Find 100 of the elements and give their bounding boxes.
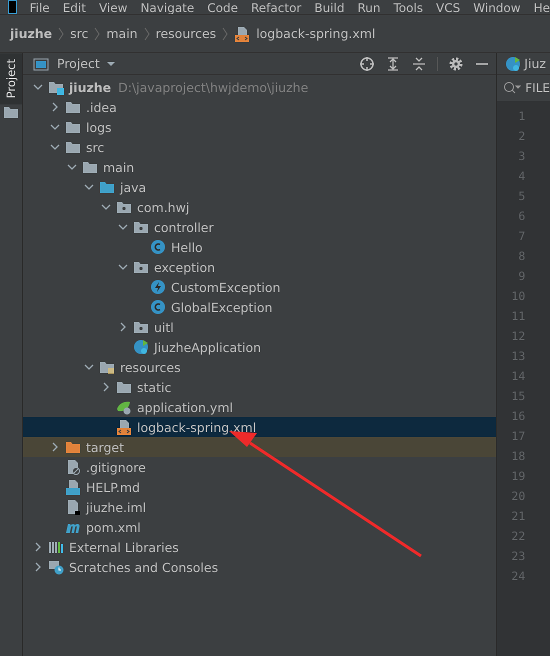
scratches-icon bbox=[48, 559, 64, 575]
tree-item-label: main bbox=[103, 160, 134, 174]
tree-item-label: logs bbox=[86, 120, 112, 134]
tree-item-label: static bbox=[137, 380, 172, 394]
xml-file-icon bbox=[116, 419, 132, 435]
libraries-icon bbox=[48, 539, 64, 555]
menu-item[interactable]: Tools bbox=[393, 2, 424, 14]
menu-item[interactable]: He bbox=[534, 2, 550, 14]
tree-item[interactable]: main bbox=[23, 157, 496, 177]
leaf-file-icon bbox=[116, 399, 132, 415]
crosshair-icon[interactable] bbox=[359, 56, 376, 72]
tree-item-label: target bbox=[86, 440, 124, 454]
folder-icon bbox=[65, 99, 81, 115]
path-hint: D:\javaproject\hwjdemo\jiuzhe bbox=[118, 80, 308, 94]
breadcrumb-item[interactable]: src bbox=[70, 26, 88, 41]
tree-item[interactable]: uitl bbox=[23, 317, 496, 337]
chevron-right-icon bbox=[58, 26, 64, 42]
menu-item[interactable]: File bbox=[30, 2, 50, 14]
tree-item[interactable]: HELP.md bbox=[23, 477, 496, 497]
folder-icon bbox=[116, 379, 132, 395]
xml-file-icon bbox=[234, 26, 250, 42]
tree-item[interactable]: target bbox=[23, 437, 496, 457]
tree-item[interactable]: src bbox=[23, 137, 496, 157]
tree-item-label: .gitignore bbox=[86, 460, 146, 474]
tree-item-label: jiuzhe bbox=[69, 80, 112, 94]
search-field[interactable]: FILE bbox=[497, 75, 550, 101]
project-side-tab[interactable]: Project bbox=[0, 53, 22, 104]
menu-item[interactable]: View bbox=[98, 2, 128, 14]
tree-item-label: Scratches and Consoles bbox=[69, 560, 218, 574]
file-icon bbox=[65, 499, 81, 515]
app-logo-icon bbox=[8, 0, 17, 14]
tree-item-label: src bbox=[86, 140, 104, 154]
tree-item-label: GlobalException bbox=[171, 300, 272, 314]
tree-item[interactable]: .gitignore bbox=[23, 457, 496, 477]
tree-item[interactable]: JiuzheApplication bbox=[23, 337, 496, 357]
resources-folder-icon bbox=[99, 359, 115, 375]
search-icon bbox=[503, 81, 522, 95]
tree-item[interactable]: pom.xml bbox=[23, 517, 496, 537]
menu-item[interactable]: Refactor bbox=[251, 2, 302, 14]
folder-icon bbox=[65, 119, 81, 135]
package-icon bbox=[133, 319, 149, 335]
panel-title[interactable]: Project bbox=[57, 56, 100, 71]
class-icon bbox=[150, 239, 166, 255]
folder-icon bbox=[82, 159, 98, 175]
tree-item[interactable]: External Libraries bbox=[23, 537, 496, 557]
menu-item[interactable]: Run bbox=[357, 2, 380, 14]
menu-item[interactable]: VCS bbox=[436, 2, 460, 14]
folder-icon bbox=[3, 104, 19, 120]
tree-item-label: CustomException bbox=[171, 280, 280, 294]
folder-icon bbox=[99, 179, 115, 195]
breadcrumb-item[interactable]: logback-spring.xml bbox=[256, 26, 376, 41]
folder-icon bbox=[65, 439, 81, 455]
tree-item[interactable]: jiuzhe.iml bbox=[23, 497, 496, 517]
tree-item-label: java bbox=[120, 180, 146, 194]
menu-item[interactable]: Window bbox=[473, 2, 521, 14]
chevron-right-icon bbox=[94, 26, 100, 42]
tree-item[interactable]: Hello bbox=[23, 237, 496, 257]
breadcrumb-item[interactable]: resources bbox=[156, 26, 216, 41]
tree-item-label: External Libraries bbox=[69, 540, 179, 554]
menu-item[interactable]: Edit bbox=[62, 2, 86, 14]
module-folder-icon bbox=[48, 79, 64, 95]
spring-class-icon bbox=[133, 339, 149, 355]
tree-item[interactable]: logs bbox=[23, 117, 496, 137]
folder-icon bbox=[65, 139, 81, 155]
menu-item[interactable]: Code bbox=[207, 2, 238, 14]
tree-item[interactable]: controller bbox=[23, 217, 496, 237]
package-icon bbox=[116, 199, 132, 215]
editor-tab[interactable]: Jiuz bbox=[497, 53, 550, 75]
tree-item-label: exception bbox=[154, 260, 216, 274]
tree-item[interactable]: CustomException bbox=[23, 277, 496, 297]
breadcrumb-item[interactable]: main bbox=[106, 26, 138, 41]
tree-item[interactable]: exception bbox=[23, 257, 496, 277]
tree-item-label: HELP.md bbox=[86, 480, 140, 494]
tree-item-label: Hello bbox=[171, 240, 203, 254]
tree-item[interactable]: jiuzhe D:\javaproject\hwjdemo\jiuzhe bbox=[23, 77, 496, 97]
tree-item-label: resources bbox=[120, 360, 181, 374]
markdown-file-icon bbox=[65, 479, 81, 495]
tree-item[interactable]: logback-spring.xml bbox=[23, 417, 496, 437]
tree-item-label: com.hwj bbox=[137, 200, 190, 214]
package-icon bbox=[133, 219, 149, 235]
tree-item[interactable]: resources bbox=[23, 357, 496, 377]
tree-item[interactable]: application.yml bbox=[23, 397, 496, 417]
tree-item[interactable]: static bbox=[23, 377, 496, 397]
chevron-right-icon bbox=[222, 26, 228, 42]
tree-item[interactable]: java bbox=[23, 177, 496, 197]
tree-item[interactable]: .idea bbox=[23, 97, 496, 117]
lightning-class-icon bbox=[150, 279, 166, 295]
tree-item-label: jiuzhe.iml bbox=[86, 500, 146, 514]
menu-item[interactable]: Build bbox=[314, 2, 344, 14]
window-icon bbox=[33, 56, 49, 72]
breadcrumb-item[interactable]: jiuzhe bbox=[10, 26, 52, 41]
class-icon bbox=[150, 299, 166, 315]
settings-icon[interactable] bbox=[448, 56, 464, 72]
tree-item[interactable]: Scratches and Consoles bbox=[23, 557, 496, 577]
chevron-right-icon bbox=[144, 26, 150, 42]
tree-item[interactable]: GlobalException bbox=[23, 297, 496, 317]
tree-item-label: .idea bbox=[86, 100, 117, 114]
collapse-all-icon[interactable] bbox=[411, 56, 428, 72]
package-icon bbox=[133, 259, 149, 275]
tree-item[interactable]: com.hwj bbox=[23, 197, 496, 217]
